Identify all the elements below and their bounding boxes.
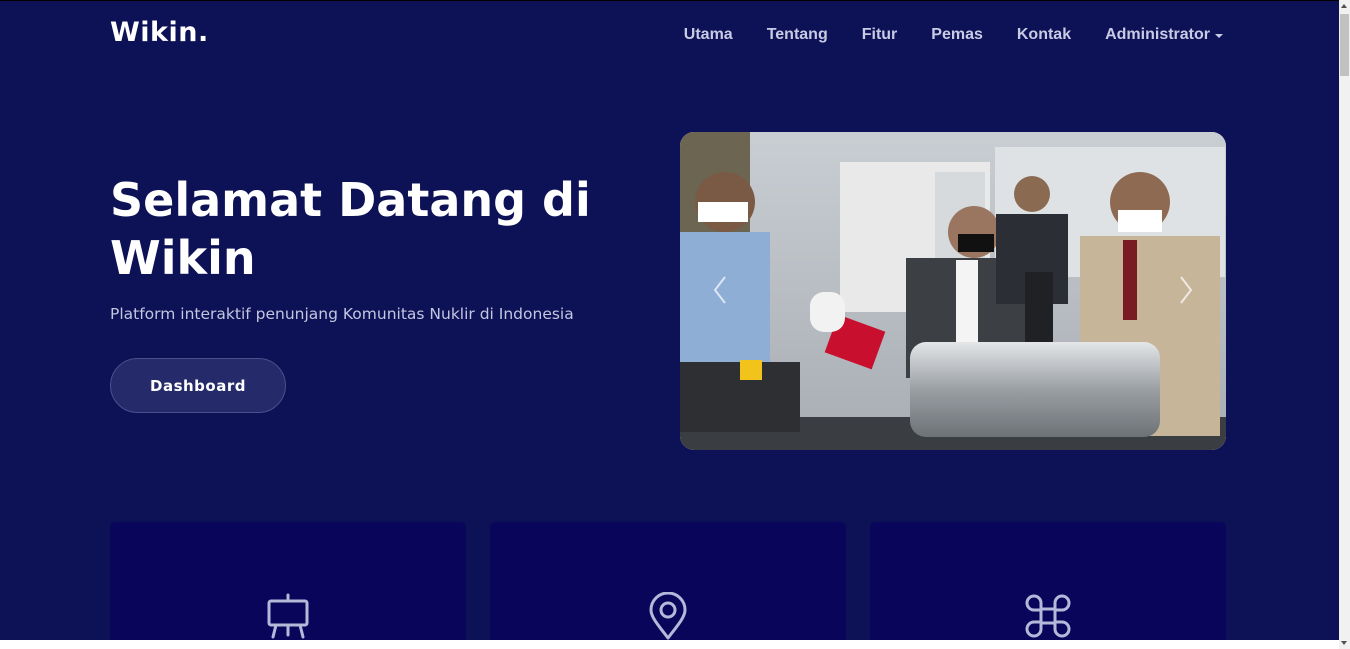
presentation-board-icon bbox=[267, 593, 309, 639]
scroll-thumb[interactable] bbox=[1340, 14, 1349, 76]
carousel-prev-button[interactable] bbox=[708, 272, 732, 308]
page: Wikin. Utama Tentang Fitur Pemas Kontak … bbox=[0, 0, 1339, 640]
vertical-scrollbar[interactable] bbox=[1339, 0, 1350, 649]
header: Wikin. Utama Tentang Fitur Pemas Kontak … bbox=[0, 1, 1339, 71]
nav-administrator-dropdown[interactable]: Administrator bbox=[1105, 26, 1223, 44]
feature-card-2[interactable] bbox=[490, 522, 846, 640]
logo[interactable]: Wikin. bbox=[110, 17, 209, 48]
nav-administrator-label: Administrator bbox=[1105, 26, 1210, 43]
chevron-right-icon bbox=[1180, 276, 1193, 304]
nav-fitur[interactable]: Fitur bbox=[862, 26, 898, 44]
carousel-next-button[interactable] bbox=[1174, 272, 1198, 308]
nav-pemas[interactable]: Pemas bbox=[931, 26, 983, 44]
hero-subtitle: Platform interaktif penunjang Komunitas … bbox=[110, 305, 574, 323]
carousel-photo bbox=[680, 132, 1226, 450]
caret-down-icon bbox=[1215, 34, 1223, 38]
chevron-left-icon bbox=[713, 276, 726, 304]
nav-utama[interactable]: Utama bbox=[684, 26, 733, 44]
hero-carousel bbox=[680, 132, 1226, 450]
main-nav: Utama Tentang Fitur Pemas Kontak Adminis… bbox=[684, 26, 1223, 44]
map-pin-icon bbox=[649, 592, 687, 640]
scroll-down-arrow-icon[interactable] bbox=[1341, 641, 1347, 645]
nav-kontak[interactable]: Kontak bbox=[1017, 26, 1071, 44]
feature-card-3[interactable] bbox=[870, 522, 1226, 640]
feature-card-1[interactable] bbox=[110, 522, 466, 640]
scroll-up-arrow-icon[interactable] bbox=[1341, 4, 1347, 8]
hero-title: Selamat Datang di Wikin bbox=[110, 173, 591, 285]
command-key-icon bbox=[1025, 594, 1071, 638]
nav-tentang[interactable]: Tentang bbox=[767, 26, 828, 44]
dashboard-button[interactable]: Dashboard bbox=[110, 358, 286, 413]
